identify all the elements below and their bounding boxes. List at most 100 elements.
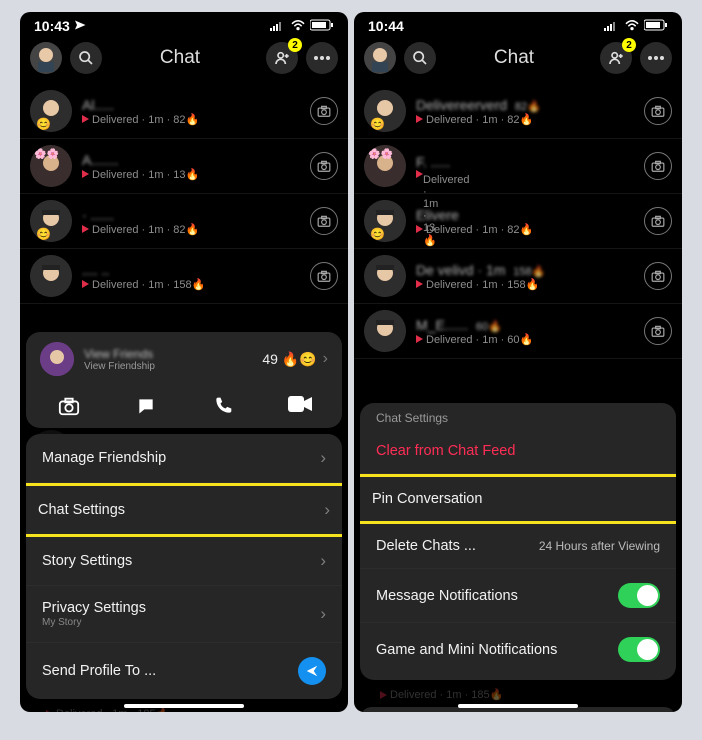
game-notifications-item[interactable]: Game and Mini Notifications <box>360 623 676 676</box>
top-bar: Chat 2 <box>354 36 682 80</box>
chat-row[interactable]: 😊 Elivere Delivered · 1m · 82🔥 <box>354 194 682 249</box>
signal-icon <box>604 18 620 34</box>
action-grid <box>26 386 342 428</box>
svg-text:🌸🌸: 🌸🌸 <box>368 147 393 160</box>
wifi-icon <box>624 18 640 34</box>
chat-subtext: Delivered · 1m · 158🔥 <box>426 278 539 291</box>
chat-row[interactable]: .... .. Delivered · 1m · 158🔥 <box>20 249 348 304</box>
chat-row[interactable]: 😊 Al..... Delivered · 1m · 82🔥 <box>20 84 348 139</box>
add-friend-button[interactable]: 2 <box>266 42 298 74</box>
chevron-right-icon: › <box>320 551 326 571</box>
delivered-icon <box>416 335 423 343</box>
chat-subtext: Delivered · 1m · 13🔥 <box>92 168 199 181</box>
clear-chat-item[interactable]: Clear from Chat Feed <box>360 429 676 474</box>
snap-button[interactable] <box>41 396 97 416</box>
delivered-icon <box>416 225 423 233</box>
search-button[interactable] <box>404 42 436 74</box>
menu-label: Message Notifications <box>376 588 518 604</box>
add-friend-button[interactable]: 2 <box>600 42 632 74</box>
svg-text:😊: 😊 <box>36 227 51 241</box>
chat-row[interactable]: M_E...... 60🔥 Delivered · 1m · 60🔥 <box>354 304 682 359</box>
friend-avatar <box>40 342 74 376</box>
story-settings-item[interactable]: Story Settings › <box>26 537 342 586</box>
friend-badge: 2 <box>288 38 302 52</box>
more-button[interactable] <box>640 42 672 74</box>
profile-avatar[interactable] <box>30 42 62 74</box>
chat-settings-panel: Chat Settings Clear from Chat Feed Pin C… <box>360 403 676 680</box>
chat-subtext: Delivered · 1m · 82🔥 <box>92 113 199 126</box>
chevron-right-icon: › <box>323 350 328 368</box>
chat-settings-item[interactable]: Chat Settings › <box>26 483 342 537</box>
profile-avatar[interactable] <box>364 42 396 74</box>
send-profile-item[interactable]: Send Profile To ... <box>26 643 342 699</box>
menu-label: Send Profile To ... <box>42 663 156 679</box>
menu-label: Pin Conversation <box>372 491 482 507</box>
left-screenshot: 10:43 Chat 2 😊 <box>20 12 348 712</box>
svg-text:🌸🌸: 🌸🌸 <box>34 147 59 160</box>
chat-subtext: Delivered · 1m · 82🔥 <box>426 113 533 126</box>
camera-button[interactable] <box>644 207 672 235</box>
search-button[interactable] <box>70 42 102 74</box>
svg-text:😊: 😊 <box>370 227 385 241</box>
friend-name: View Friends <box>84 347 262 361</box>
settings-menu: Manage Friendship › Chat Settings › Stor… <box>26 434 342 699</box>
chat-button[interactable] <box>118 396 174 416</box>
chat-list: 😊 Delivereerverd 82🔥 Delivered · 1m · 82… <box>354 80 682 363</box>
camera-button[interactable] <box>644 152 672 180</box>
chat-name: · ...... <box>82 207 310 223</box>
chat-list: 😊 Al..... Delivered · 1m · 82🔥 🌸🌸 A.....… <box>20 80 348 308</box>
chat-subtext: Delivered · 1m · 82🔥 <box>92 223 199 236</box>
location-icon <box>74 18 86 34</box>
view-friendship-row[interactable]: View Friends View Friendship 49 🔥😊 › <box>26 332 342 386</box>
delete-chats-item[interactable]: Delete Chats ... 24 Hours after Viewing <box>360 524 676 569</box>
video-button[interactable] <box>272 396 328 416</box>
home-indicator[interactable] <box>458 704 578 708</box>
menu-label: Manage Friendship <box>42 450 166 466</box>
friend-badge: 2 <box>622 38 636 52</box>
camera-button[interactable] <box>644 97 672 125</box>
toggle-on[interactable] <box>618 583 660 608</box>
view-friendship-label: View Friendship <box>84 361 262 372</box>
screen-title: Chat <box>102 47 258 69</box>
menu-value: 24 Hours after Viewing <box>539 539 660 553</box>
chat-row[interactable]: De velivd · 1m 158🔥 Delivered · 1m · 158… <box>354 249 682 304</box>
delivered-icon <box>416 115 423 123</box>
friend-card: View Friends View Friendship 49 🔥😊 › <box>26 332 342 428</box>
privacy-settings-item[interactable]: Privacy Settings My Story › <box>26 586 342 643</box>
more-button[interactable] <box>306 42 338 74</box>
toggle-on[interactable] <box>618 637 660 662</box>
battery-icon <box>310 18 334 34</box>
chat-subtext: Delivered · 1m · 82🔥 <box>426 223 533 236</box>
footer-row: Delivered · 1m · 185🔥 <box>390 688 503 701</box>
pin-conversation-item[interactable]: Pin Conversation <box>360 474 676 524</box>
delivered-icon <box>82 115 89 123</box>
chat-row[interactable]: 😊 Delivereerverd 82🔥 Delivered · 1m · 82… <box>354 84 682 139</box>
delivered-icon <box>416 280 423 288</box>
chat-row[interactable]: 🌸🌸 A....... Delivered · 1m · 13🔥 <box>20 139 348 194</box>
menu-label: Chat Settings <box>38 502 125 518</box>
chat-subtext: Delivered · 1m · 60🔥 <box>426 333 533 346</box>
manage-friendship-item[interactable]: Manage Friendship › <box>26 434 342 483</box>
screen-title: Chat <box>436 47 592 69</box>
chat-name: .... .. <box>82 262 310 278</box>
svg-text:😊: 😊 <box>36 117 51 131</box>
chat-row[interactable]: 🌸🌸 F. ..... Delivered · 1m · 13🔥 <box>354 139 682 194</box>
chat-name: Elivere <box>416 207 644 223</box>
delivered-icon: Delivered · 1m · 13🔥 <box>416 170 423 178</box>
message-notifications-item[interactable]: Message Notifications <box>360 569 676 623</box>
menu-sublabel: My Story <box>42 617 146 628</box>
camera-button[interactable] <box>310 207 338 235</box>
status-bar: 10:44 <box>354 12 682 36</box>
right-screenshot: 10:44 Chat 2 😊 Delive <box>354 12 682 712</box>
camera-button[interactable] <box>310 262 338 290</box>
home-indicator[interactable] <box>124 704 244 708</box>
camera-button[interactable] <box>310 97 338 125</box>
chat-name: Al..... <box>82 97 310 113</box>
chat-row[interactable]: 😊 · ...... Delivered · 1m · 82🔥 <box>20 194 348 249</box>
camera-button[interactable] <box>644 262 672 290</box>
menu-label: Privacy Settings <box>42 600 146 616</box>
delivered-icon <box>82 170 89 178</box>
camera-button[interactable] <box>310 152 338 180</box>
camera-button[interactable] <box>644 317 672 345</box>
call-button[interactable] <box>195 396 251 416</box>
